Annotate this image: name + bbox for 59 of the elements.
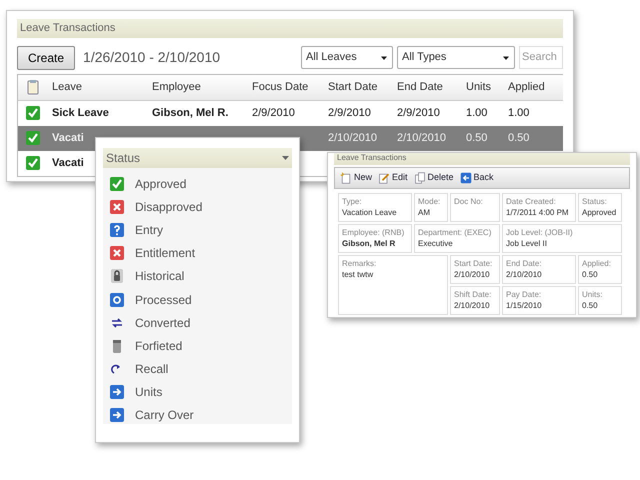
field-value: 2/10/2010	[454, 268, 490, 280]
table-cell: Sick Leave	[52, 106, 109, 119]
field-label: End Date:	[506, 258, 542, 268]
field-label: Pay Date:	[506, 288, 542, 300]
field-value: test twtw	[342, 268, 374, 280]
field-value: Vacation Leave	[342, 206, 397, 218]
legend-title: Status	[106, 150, 140, 167]
dropdown-value: All Types	[402, 50, 446, 66]
status-label: Units	[135, 384, 162, 402]
table-cell: 2/9/2010	[328, 106, 371, 119]
field-value: Job Level II	[506, 238, 547, 248]
status-label: Processed	[135, 292, 192, 309]
field-value: 1/7/2011 4:00 PM	[506, 206, 569, 218]
field-label: Applied:	[582, 258, 611, 268]
field-value: 2/10/2010	[506, 268, 542, 280]
field-label: Status:	[582, 196, 607, 206]
table-cell: Gibson, Mel R.	[152, 106, 228, 119]
status-label: Recall	[135, 361, 168, 378]
status-label: Carry Over	[135, 407, 194, 424]
field-value: 1/15/2010	[506, 300, 542, 310]
panel-title: Leave Transactions	[17, 19, 563, 38]
field-label: Shift Date:	[454, 288, 492, 300]
status-label: Entitlement	[135, 245, 196, 262]
field-label: Department: (EXEC)	[418, 226, 492, 238]
table-cell: 1.00	[466, 106, 488, 119]
field-value: Gibson, Mel R	[342, 238, 396, 248]
field-label: Start Date:	[454, 258, 492, 268]
table-cell: Vacati	[52, 132, 84, 144]
field-label: Job Level: (JOB-II)	[506, 226, 573, 238]
status-label: Approved	[135, 176, 186, 193]
table-cell: Vacati	[52, 156, 84, 169]
table-cell: 2/9/2010	[397, 106, 440, 119]
table-cell: 2/10/2010	[397, 132, 446, 144]
field-value: 0.50	[582, 268, 598, 280]
table-cell: 0.50	[508, 132, 530, 144]
field-value: 0.50	[582, 300, 598, 310]
table-cell: 2/10/2010	[328, 132, 377, 144]
table-cell: 1.00	[508, 106, 530, 119]
field-label: Type:	[342, 196, 362, 206]
field-value: 2/10/2010	[454, 300, 490, 310]
field-value: Executive	[418, 238, 453, 248]
status-label: Entry	[135, 222, 164, 239]
field-label: Doc No:	[454, 196, 483, 206]
field-label: Units:	[582, 288, 602, 300]
panel-title: Leave Transactions	[334, 153, 630, 165]
status-label: Disapproved	[135, 198, 202, 216]
table-cell: 0.50	[466, 132, 488, 144]
status-label: Forfieted	[135, 338, 182, 355]
dropdown-value: All Leaves	[306, 50, 357, 66]
field-value: Approved	[582, 206, 616, 218]
field-label: Remarks:	[342, 258, 376, 268]
status-label: Converted	[135, 314, 190, 332]
field-label: Date Created:	[506, 196, 556, 206]
field-value: AM	[418, 206, 430, 218]
field-label: Mode:	[418, 196, 440, 206]
date-range: 1/26/2010 - 2/10/2010	[83, 48, 220, 67]
status-label: Historical	[135, 268, 184, 286]
table-cell: 2/9/2010	[252, 106, 295, 119]
field-label: Employee: (RNB)	[342, 226, 404, 238]
